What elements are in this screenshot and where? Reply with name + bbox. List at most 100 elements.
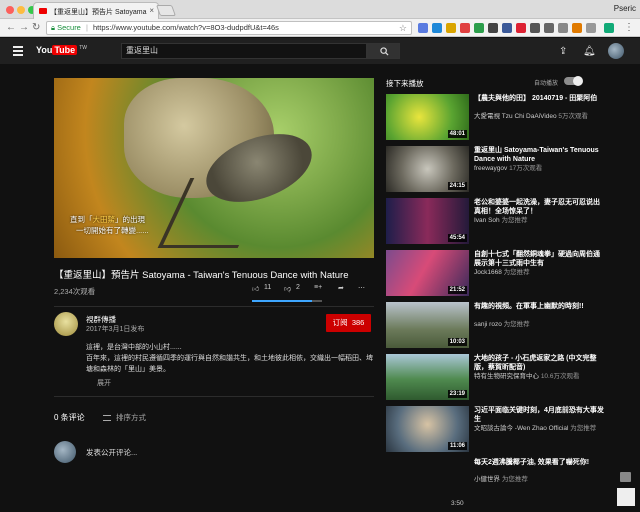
more-actions-icon[interactable]: ⋯ [358, 284, 365, 292]
video-duration: 23:19 [447, 390, 467, 398]
lock-icon: 🔒︎ [51, 23, 55, 32]
close-window-button[interactable] [6, 6, 14, 14]
up-next-title[interactable]: 习近平面临关键时刻，4月底前恐有大事发生 [474, 406, 604, 424]
video-thumbnail[interactable]: 10:03 [386, 302, 469, 348]
youtube-favicon-icon [39, 8, 47, 14]
up-next-meta: 17万次观看 [509, 165, 543, 172]
profile-name[interactable]: Pseric [614, 4, 636, 13]
page-corner-icon[interactable] [617, 488, 635, 506]
subscriber-count: 386 [351, 318, 365, 327]
add-comment-input[interactable]: 发表公开评论... [86, 447, 137, 458]
extension-icon[interactable] [558, 23, 568, 33]
up-next-title[interactable]: 自創十七式「翻然銅魂拳」硬過向周伯通展示第十三式雨中生有 [474, 250, 604, 268]
extension-icon[interactable] [586, 23, 596, 33]
hamburger-menu-icon[interactable] [13, 46, 23, 58]
divider [54, 396, 374, 397]
logo-tube: Tube [52, 45, 78, 55]
up-next-channel-block: 文昭談古論今 -Wen Zhao Official 为您推荐 [474, 425, 596, 433]
reload-icon[interactable]: ↻ [32, 22, 40, 34]
up-next-title[interactable]: 老公和婆婆一起洗澡，妻子忍无可忍说出真相！全场惊呆了！ [474, 198, 604, 216]
video-thumbnail[interactable]: 45:54 [386, 198, 469, 244]
video-duration: 45:54 [447, 234, 467, 242]
video-duration: 21:52 [447, 286, 467, 294]
up-next-item[interactable]: 每天2週沸騰椰子油, 效果看了嚇死你! 小健世界 为您推荐 [386, 458, 626, 508]
up-next-title[interactable]: 【農夫與他的田】 20140719 - 田聚阿伯 [474, 94, 604, 103]
view-count: 2,234次观看 [54, 287, 96, 296]
add-to-playlist-icon[interactable]: ≡+ [314, 284, 322, 291]
extension-icon[interactable] [530, 23, 540, 33]
search-input[interactable]: 重返里山 [121, 43, 367, 59]
up-next-title[interactable]: 每天2週沸騰椰子油, 效果看了嚇死你! [474, 458, 604, 467]
extension-icon[interactable] [488, 23, 498, 33]
autoplay-label: 自动播放 [534, 81, 559, 87]
video-thumbnail[interactable]: 48:01 [386, 94, 469, 140]
extension-icon[interactable] [604, 23, 614, 33]
logo-you: You [36, 45, 53, 55]
like-icon[interactable]: 👍︎ [252, 284, 259, 293]
up-next-item[interactable]: 48:01 【農夫與他的田】 20140719 - 田聚阿伯 大愛電視 Tzu Ch… [386, 94, 626, 144]
up-next-meta: 5万次观看 [558, 113, 589, 120]
browser-tab[interactable]: 【重返里山】預告片 Satoyama × [33, 2, 159, 19]
subtitle-highlight: 大田鱉 [92, 215, 116, 224]
video-thumbnail[interactable]: 11:06 [386, 406, 469, 452]
sort-label: 排序方式 [116, 413, 146, 422]
extension-icon[interactable] [572, 23, 582, 33]
extension-icon[interactable] [460, 23, 470, 33]
up-next-channel: 小健世界 [474, 476, 500, 483]
video-thumbnail[interactable]: 23:19 [386, 354, 469, 400]
subtitle-text: 直到「 [70, 215, 93, 224]
minimize-window-button[interactable] [17, 6, 25, 14]
up-next-meta: 10.6万次观看 [540, 373, 580, 380]
video-subtitle: 直到「大田鱉」的出現 一切開始有了轉變...... [70, 214, 149, 236]
channel-avatar[interactable] [54, 312, 78, 336]
publish-date: 2017年3月1日发布 [86, 326, 145, 333]
divider [54, 306, 374, 307]
up-next-title[interactable]: 有趣的視頻。在軍事上幽默的時刻!! [474, 302, 604, 311]
extension-icon[interactable] [432, 23, 442, 33]
sort-comments-button[interactable]: 排序方式 [103, 412, 146, 423]
share-icon[interactable]: ➦ [338, 284, 344, 292]
extension-icon[interactable] [544, 23, 554, 33]
up-next-item[interactable]: 21:52 自創十七式「翻然銅魂拳」硬過向周伯通展示第十三式雨中生有 Jock166… [386, 250, 626, 300]
up-next-item[interactable]: 24:15 重返里山 Satoyama-Taiwan's Tenuous Danc… [386, 146, 626, 196]
show-more-link[interactable]: 展开 [97, 378, 111, 388]
address-separator: | [85, 23, 88, 32]
forward-icon[interactable]: → [19, 22, 29, 34]
extension-icon[interactable] [474, 23, 484, 33]
new-tab-button[interactable] [155, 5, 177, 16]
up-next-item[interactable]: 10:03 有趣的視頻。在軍事上幽默的時刻!! sanji rozo 为您推荐 [386, 302, 626, 352]
extension-icon[interactable] [516, 23, 526, 33]
video-thumbnail[interactable]: 24:15 [386, 146, 469, 192]
secure-label: Secure [57, 23, 81, 32]
bookmark-star-icon[interactable]: ☆ [399, 22, 407, 34]
extension-icon[interactable] [502, 23, 512, 33]
up-next-title[interactable]: 大地的孩子 - 小石虎返家之路 (中文完整版，蔡賀昕配音) [474, 354, 604, 372]
up-next-item[interactable]: 11:06 习近平面临关键时刻，4月底前恐有大事发生 文昭談古論今 -Wen Zha… [386, 406, 626, 456]
youtube-logo[interactable]: You Tube TW [36, 45, 87, 55]
notifications-bell-icon[interactable]: 🔔︎ [583, 46, 596, 57]
up-next-channel-block: 特有生物研究保育中心 10.6万次观看 [474, 373, 579, 381]
subtitle-text: 」的出現 [115, 215, 145, 224]
subscribe-button[interactable]: 订阅 386 [326, 314, 371, 332]
up-next-channel-block: 小健世界 为您推荐 [474, 476, 528, 484]
up-next-meta: 为您推荐 [503, 321, 530, 328]
extension-icon[interactable] [446, 23, 456, 33]
up-next-title[interactable]: 重返里山 Satoyama-Taiwan's Tenuous Dance wit… [474, 146, 604, 164]
video-thumbnail[interactable]: 21:52 [386, 250, 469, 296]
account-avatar[interactable] [608, 43, 624, 59]
upload-icon[interactable]: ⇪ [559, 46, 567, 57]
up-next-channel: freewaygov [474, 165, 508, 172]
video-player[interactable]: 直到「大田鱉」的出現 一切開始有了轉變...... [54, 78, 374, 258]
search-button[interactable] [367, 43, 400, 59]
back-icon[interactable]: ← [6, 22, 16, 34]
up-next-item[interactable]: 23:19 大地的孩子 - 小石虎返家之路 (中文完整版，蔡賀昕配音) 特有生物研究… [386, 354, 626, 404]
dislike-icon[interactable]: 👎︎ [284, 284, 291, 293]
up-next-heading: 接下来播放 [386, 79, 424, 88]
extension-icon[interactable] [418, 23, 428, 33]
autoplay-toggle[interactable] [564, 76, 583, 86]
up-next-item[interactable]: 45:54 老公和婆婆一起洗澡，妻子忍无可忍说出真相！全场惊呆了！ Ivan Soh… [386, 198, 626, 248]
tab-close-icon[interactable]: × [149, 6, 154, 15]
menu-dots-icon[interactable]: ⋮ [624, 22, 634, 34]
feedback-icon[interactable] [620, 472, 631, 482]
address-bar[interactable]: 🔒︎ Secure | https://www.youtube.com/watc… [46, 21, 412, 35]
